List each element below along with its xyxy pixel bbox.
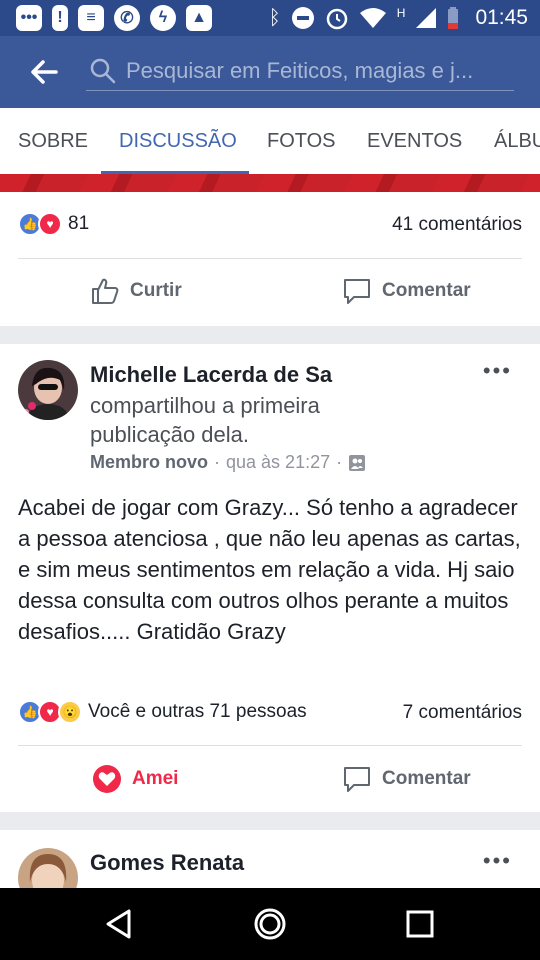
back-arrow-icon[interactable]	[28, 56, 60, 88]
recents-nav-icon[interactable]	[402, 906, 438, 942]
group-audience-icon	[349, 454, 366, 471]
shared-text: compartilhou a primeira publicação dela.	[90, 393, 320, 447]
messages-notification-icon: •••	[16, 5, 42, 31]
search-icon	[90, 58, 116, 84]
reaction-count: 81	[68, 213, 90, 234]
more-options-icon[interactable]: •••	[483, 358, 512, 384]
tab-sobre[interactable]: SOBRE	[18, 108, 88, 174]
thumbs-up-icon	[92, 278, 119, 304]
comment-label: Comentar	[382, 768, 471, 789]
wifi-icon	[359, 8, 386, 28]
tab-fotos[interactable]: FOTOS	[267, 108, 336, 174]
author-name[interactable]: Gomes Renata	[90, 850, 244, 876]
author-name[interactable]: Michelle Lacerda de Sa	[90, 362, 332, 388]
tab-eventos[interactable]: EVENTOS	[367, 108, 462, 174]
avatar[interactable]	[18, 848, 78, 888]
comment-label: Comentar	[382, 280, 471, 301]
post-image-banner	[0, 174, 540, 192]
post-body: Acabei de jogar com Grazy... Só tenho a …	[18, 495, 521, 644]
battery-icon	[448, 7, 459, 29]
alarm-icon	[326, 8, 348, 30]
signal-icon	[416, 8, 437, 28]
search-input[interactable]: Pesquisar em Feiticos, magias e j...	[86, 52, 514, 91]
reactions-summary[interactable]: 👍 ♥ 😮 Você e outras 71 pessoas	[18, 700, 307, 724]
comment-button[interactable]: Comentar	[342, 764, 471, 794]
post-card: Michelle Lacerda de Sa compartilhou a pr…	[0, 344, 540, 812]
like-label: Curtir	[130, 280, 182, 301]
tab-discussao[interactable]: DISCUSSÃO	[119, 108, 237, 174]
news-notification-icon: ≡	[78, 5, 104, 31]
love-label: Amei	[132, 768, 179, 789]
network-type: H	[396, 6, 406, 20]
alert-notification-icon: !	[52, 5, 68, 31]
post-card: Gomes Renata •••	[0, 830, 540, 888]
like-button[interactable]: Curtir	[90, 276, 182, 306]
wow-reaction-icon: 😮	[58, 700, 82, 724]
search-placeholder: Pesquisar em Feiticos, magias e j...	[126, 58, 474, 83]
home-nav-icon[interactable]	[252, 906, 288, 942]
app-header: Pesquisar em Feiticos, magias e j...	[0, 36, 540, 108]
do-not-disturb-icon	[291, 7, 314, 29]
meta-separator: ·	[336, 452, 343, 472]
member-badge: Membro novo	[90, 452, 209, 472]
tab-albuns[interactable]: ÁLBU	[494, 108, 540, 174]
gallery-icon: ▲	[186, 5, 212, 31]
messenger-icon: ϟ	[150, 5, 176, 31]
bluetooth-icon: ᛒ	[268, 6, 281, 29]
post-meta: Membro novo · qua às 21:27 ·	[90, 452, 366, 473]
group-tabs: SOBRE DISCUSSÃO FOTOS EVENTOS ÁLBU	[0, 108, 540, 175]
love-button[interactable]: Amei	[92, 764, 178, 794]
reactions-summary[interactable]: 👍 ♥ 81	[18, 212, 89, 236]
comment-button[interactable]: Comentar	[342, 276, 471, 306]
comments-count[interactable]: 7 comentários	[403, 702, 522, 724]
clock: 01:45	[475, 6, 528, 29]
comments-count[interactable]: 41 comentários	[392, 214, 522, 236]
meta-separator: ·	[214, 452, 221, 472]
reactions-text: Você e outras 71 pessoas	[88, 701, 307, 722]
divider	[18, 258, 522, 259]
back-nav-icon[interactable]	[102, 906, 138, 942]
comment-icon	[344, 767, 370, 792]
status-bar: ••• ! ≡ ✆ ϟ ▲ ᛒ H 01:45	[0, 0, 540, 36]
love-reaction-icon: ♥	[38, 212, 62, 236]
divider	[18, 745, 522, 746]
love-heart-icon	[93, 765, 121, 793]
post-card: 👍 ♥ 81 41 comentários Curtir Comentar	[0, 192, 540, 326]
avatar[interactable]	[18, 360, 78, 420]
post-time[interactable]: qua às 21:27	[226, 452, 330, 473]
whatsapp-icon: ✆	[114, 5, 140, 31]
system-navigation-bar	[0, 888, 540, 960]
more-options-icon[interactable]: •••	[483, 848, 512, 874]
comment-icon	[344, 279, 370, 304]
